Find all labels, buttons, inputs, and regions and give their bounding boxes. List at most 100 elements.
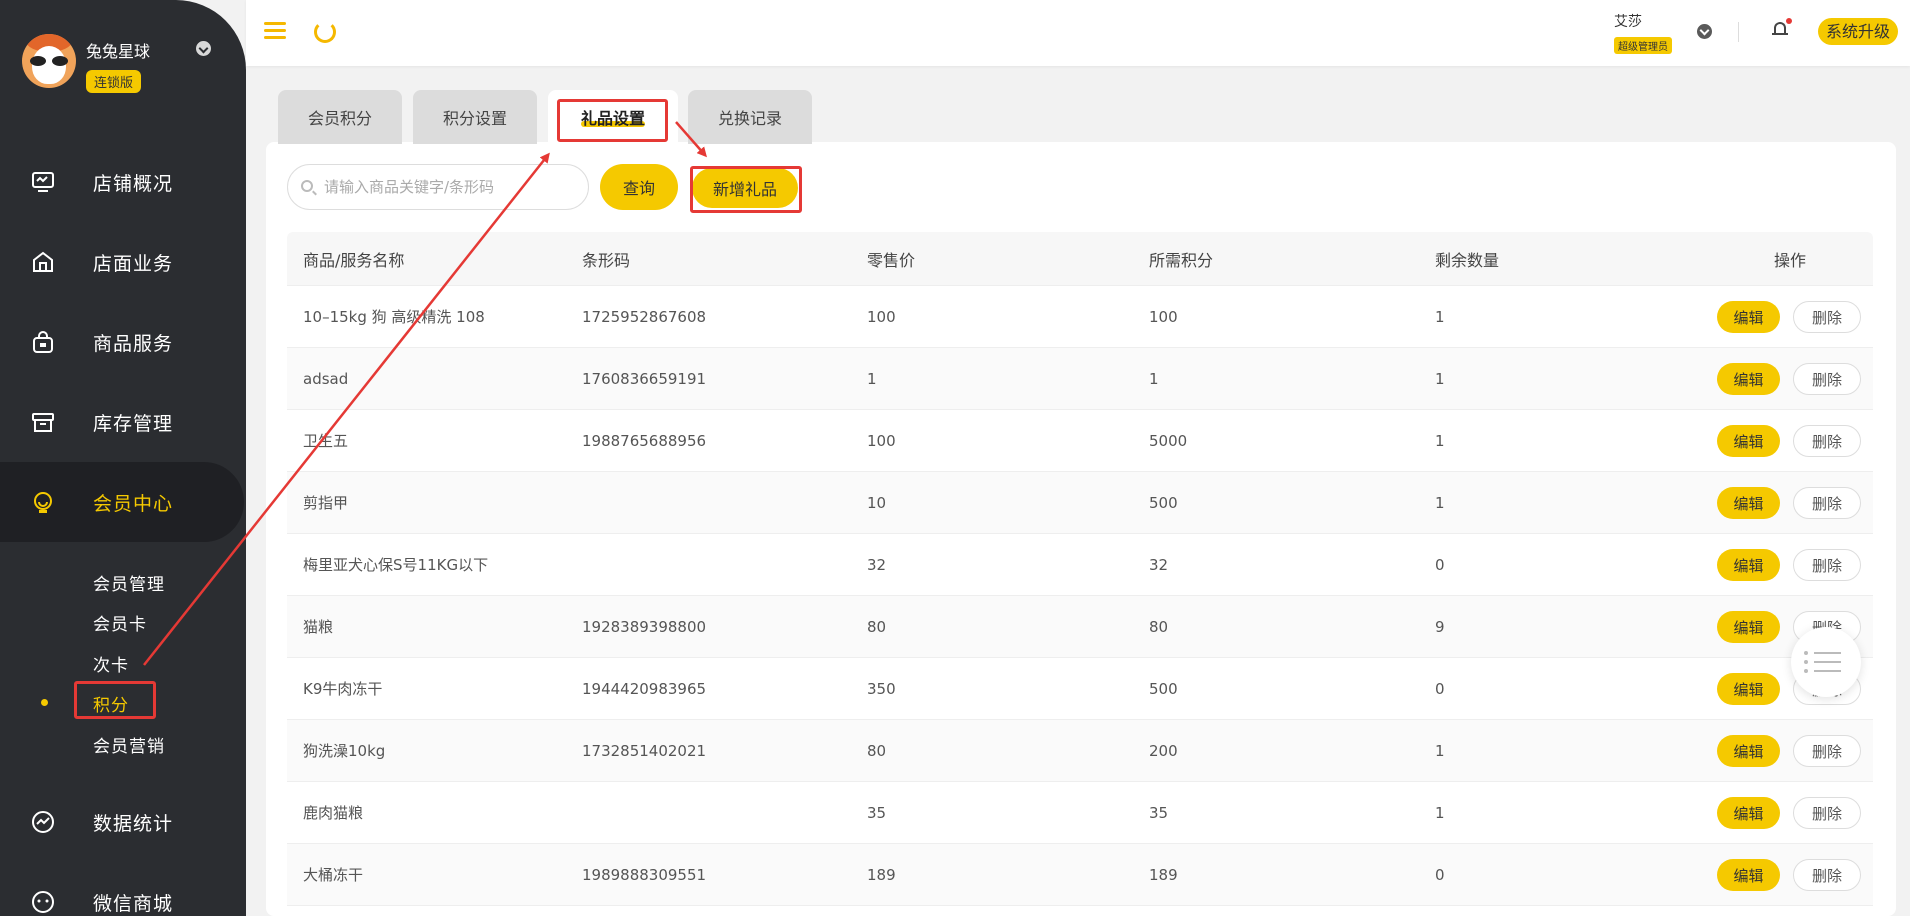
cell-barcode: 1725952867608 [582,307,707,326]
cell-name: 大桶冻干 [303,866,364,884]
sidebar-subitem-member-manage[interactable]: 会员管理 [93,570,165,595]
cell-name: 卫生五 [303,432,349,450]
delete-button[interactable]: 删除 [1793,425,1861,457]
column-header-stock: 剩余数量 [1435,250,1500,270]
delete-button[interactable]: 删除 [1793,859,1861,891]
cell-price: 35 [867,803,887,822]
cell-barcode: 1944420983965 [582,679,707,698]
table-header: 商品/服务名称 条形码 零售价 所需积分 剩余数量 操作 [287,232,1873,286]
monitor-icon [30,169,56,195]
user-role-badge: 超级管理员 [1614,37,1672,54]
edit-button[interactable]: 编辑 [1717,549,1780,581]
cell-name: 梅里亚犬心保S号11KG以下 [303,556,489,574]
sidebar-item-label: 商品服务 [93,332,174,355]
cell-name: 鹿肉猫粮 [303,804,364,822]
bag-icon [30,329,56,355]
edit-button[interactable]: 编辑 [1717,859,1780,891]
top-bar [246,0,1910,66]
table-row: 梅里亚犬心保S号11KG以下 32 32 0 编辑 删除 [287,534,1873,596]
cell-points: 80 [1149,617,1169,636]
cell-price: 32 [867,555,887,574]
edit-button[interactable]: 编辑 [1717,425,1780,457]
table-row: 剪指甲 10 500 1 编辑 删除 [287,472,1873,534]
cell-barcode: 1989888309551 [582,865,707,884]
sidebar-item-store-overview[interactable]: 店铺概况 [0,142,246,222]
edit-button[interactable]: 编辑 [1717,735,1780,767]
sidebar-item-label: 库存管理 [93,412,174,435]
cell-stock: 1 [1435,741,1445,760]
sidebar-item-statistics[interactable]: 数据统计 [0,782,246,862]
cell-price: 100 [867,307,896,326]
annotation-box-points [74,681,156,719]
delete-button[interactable]: 删除 [1793,487,1861,519]
delete-button[interactable]: 删除 [1793,549,1861,581]
edit-button[interactable]: 编辑 [1717,363,1780,395]
cell-points: 35 [1149,803,1169,822]
cell-price: 100 [867,431,896,450]
edit-button[interactable]: 编辑 [1717,301,1780,333]
delete-button[interactable]: 删除 [1793,301,1861,333]
column-header-points: 所需积分 [1149,250,1214,270]
tab-exchange-records[interactable]: 兑换记录 [688,90,812,144]
cell-stock: 1 [1435,803,1445,822]
cell-stock: 0 [1435,679,1445,698]
cell-stock: 1 [1435,369,1445,388]
column-header-name: 商品/服务名称 [303,250,405,270]
divider [1738,22,1739,42]
edit-button[interactable]: 编辑 [1717,673,1780,705]
avatar[interactable] [22,34,76,88]
cell-name: 狗洗澡10kg [303,742,386,760]
menu-icon[interactable] [264,22,286,40]
delete-button[interactable]: 删除 [1793,797,1861,829]
chevron-down-icon[interactable] [1697,24,1712,39]
table-body: 10–15kg 狗 高级精洗 108 1725952867608 100 100 1 编辑… [287,286,1873,906]
bell-icon[interactable] [1772,18,1792,38]
edit-button[interactable]: 编辑 [1717,487,1780,519]
table-row: K9牛肉冻干19444209839653505000编辑删除 [287,658,1873,720]
chevron-down-icon[interactable] [196,41,211,56]
upgrade-button[interactable]: 系统升级 [1818,18,1899,45]
table-row: 猫粮192838939880080809编辑删除 [287,596,1873,658]
cell-points: 500 [1149,493,1178,512]
edit-button[interactable]: 编辑 [1717,797,1780,829]
delete-button[interactable]: 删除 [1793,363,1861,395]
delete-button[interactable]: 删除 [1793,735,1861,767]
cell-stock: 1 [1435,307,1445,326]
sidebar-item-inventory[interactable]: 库存管理 [0,382,246,462]
cell-price: 189 [867,865,896,884]
cell-points: 32 [1149,555,1169,574]
sidebar-subitem-times-card[interactable]: 次卡 [93,651,129,676]
cell-barcode: 1732851402021 [582,741,707,760]
cell-price: 350 [867,679,896,698]
query-button[interactable]: 查询 [600,164,678,210]
cell-stock: 0 [1435,555,1445,574]
cell-stock: 1 [1435,431,1445,450]
sidebar-item-wechat-mall[interactable]: 微信商城 [0,862,246,916]
sidebar-subitem-member-marketing[interactable]: 会员营销 [93,732,165,757]
sidebar-item-member-center[interactable]: 会员中心 [0,462,244,542]
sidebar-item-goods-service[interactable]: 商品服务 [0,302,246,382]
sidebar-item-store-business[interactable]: 店面业务 [0,222,246,302]
column-header-barcode: 条形码 [582,250,631,270]
list-menu-button[interactable] [1791,627,1861,697]
cell-price: 80 [867,617,887,636]
cell-name: 猫粮 [303,618,334,636]
cell-stock: 9 [1435,617,1445,636]
table-row: 10–15kg 狗 高级精洗 108 1725952867608 100 100 1 编辑… [287,286,1873,348]
tab-points-settings[interactable]: 积分设置 [413,90,537,144]
tab-member-points[interactable]: 会员积分 [278,90,402,144]
cell-points: 500 [1149,679,1178,698]
table-row: 卫生五 1988765688956 100 5000 1 编辑 删除 [287,410,1873,472]
user-name[interactable]: 艾莎 [1614,11,1642,31]
edit-button[interactable]: 编辑 [1717,611,1780,643]
sidebar-subitem-member-card[interactable]: 会员卡 [93,610,147,635]
table-row: adsad 1760836659191 1 1 1 编辑 删除 [287,348,1873,410]
sidebar: 兔兔星球 连锁版 店铺概况 店面业务 商品服务 库存管理 会员中心 会员管理 会… [0,0,246,916]
notification-dot [1786,18,1792,24]
cell-name: adsad [303,369,349,388]
search-input[interactable] [324,165,584,209]
cell-name: K9牛肉冻干 [303,680,383,698]
store-icon [30,249,56,275]
refresh-icon[interactable] [314,21,336,43]
chart-icon [30,809,56,835]
